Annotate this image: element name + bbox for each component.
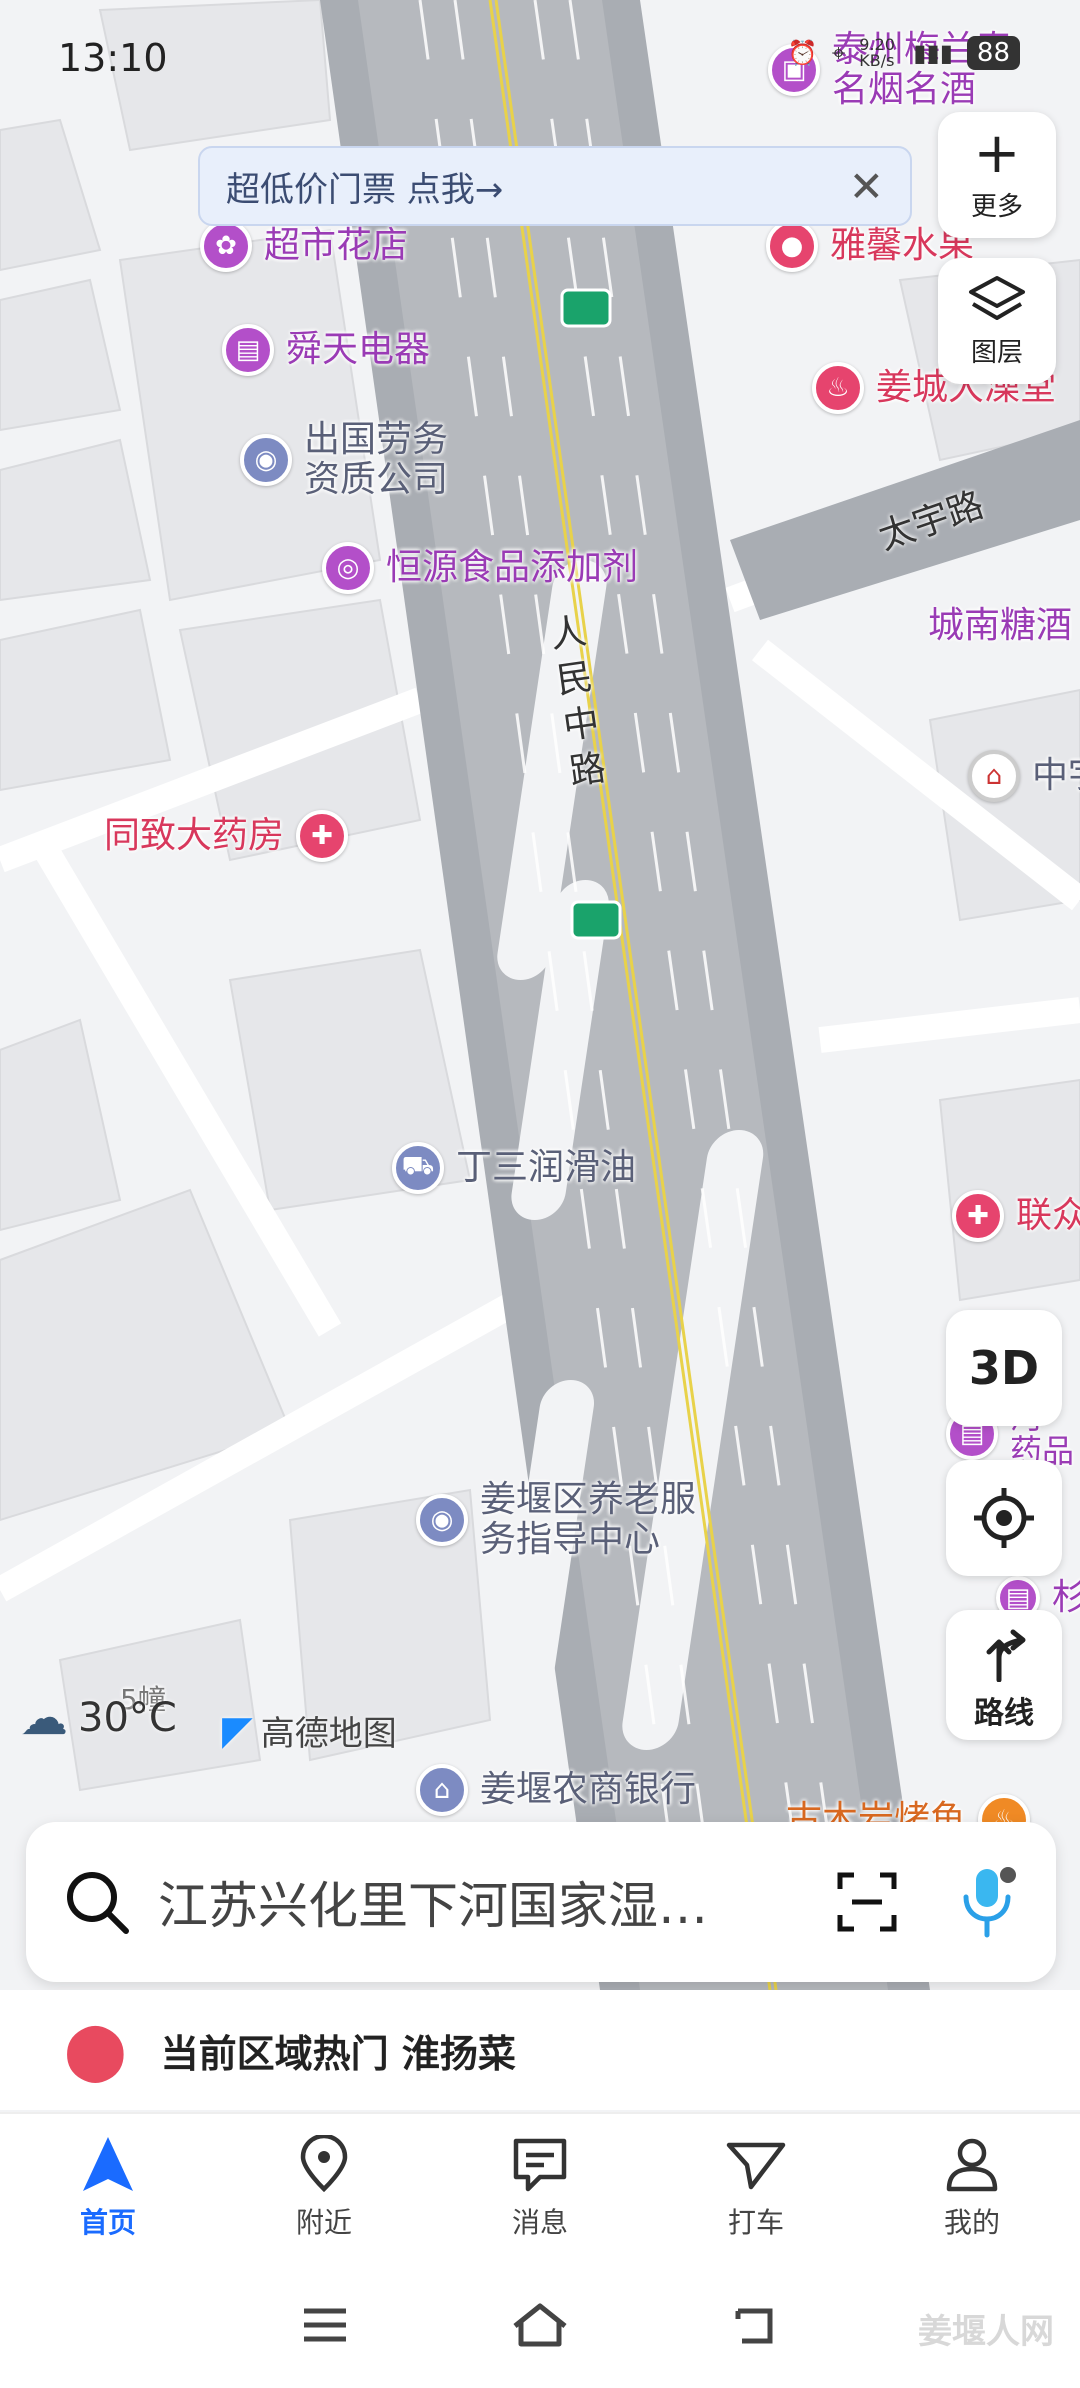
status-icons: ⏰ ⌖ 9.20 KB/s ▮▮▮ 88 xyxy=(788,36,1020,70)
locate-button[interactable] xyxy=(946,1460,1062,1576)
search-bar[interactable]: 江苏兴化里下河国家湿… xyxy=(26,1822,1056,1982)
tab-nearby[interactable]: 附近 xyxy=(216,2114,432,2262)
more-button[interactable]: + 更多 xyxy=(938,112,1056,238)
map-canvas[interactable]: 人民中路 太宇路 ▣ 泰州梅兰春 名烟名酒 ✿ 超市花店 ● 雅馨水果 ▤ 舜天电器 ♨… xyxy=(0,0,1080,1990)
cloud-rain-icon: ☁ xyxy=(20,1690,68,1746)
weather-widget[interactable]: ☁ 30°C xyxy=(20,1690,177,1746)
scan-icon[interactable] xyxy=(836,1871,898,1933)
user-icon xyxy=(946,2138,998,2192)
signal-icon: ▮▮▮ xyxy=(913,39,953,67)
tab-home[interactable]: 首页 xyxy=(0,2114,216,2262)
bank-icon: ⌂ xyxy=(416,1764,468,1816)
place-icon: ◉ xyxy=(416,1494,468,1546)
pharmacy-icon: ✚ xyxy=(952,1190,1004,1242)
poi-dingsan-oil[interactable]: ⛟ 丁三润滑油 xyxy=(392,1142,636,1194)
route-button[interactable]: 路线 xyxy=(946,1610,1062,1740)
poi-shuntian-electric[interactable]: ▤ 舜天电器 xyxy=(222,324,430,376)
bath-icon: ♨ xyxy=(812,362,864,414)
status-time: 13:10 xyxy=(58,36,168,80)
poi-tongzhi-pharmacy[interactable]: ✚ 同致大药房 xyxy=(104,810,349,862)
battery-indicator: 88 xyxy=(966,36,1020,70)
fruit-icon: ● xyxy=(766,220,818,272)
3d-button[interactable]: 3D xyxy=(946,1310,1062,1426)
home-icon[interactable] xyxy=(511,2302,569,2348)
hot-area-banner[interactable]: ⬤ 当前区域热门 淮扬菜 xyxy=(0,1990,1080,2110)
search-icon xyxy=(67,1872,129,1934)
layers-icon xyxy=(969,275,1025,320)
route-arrow-icon xyxy=(986,1629,1026,1682)
store-icon: ▤ xyxy=(222,324,274,376)
poi-labor-company[interactable]: ◉ 出国劳务 资质公司 xyxy=(240,420,448,500)
message-icon xyxy=(513,2138,567,2192)
back-icon[interactable] xyxy=(730,2303,780,2347)
location-icon: ⌖ xyxy=(831,39,846,67)
voice-mic-icon[interactable] xyxy=(958,1865,1018,1939)
basket-icon: ◎ xyxy=(322,542,374,594)
brand-logo: ◤ 高德地图 xyxy=(222,1707,397,1755)
taxi-icon xyxy=(726,2142,786,2190)
status-bar: 13:10 ⏰ ⌖ 9.20 KB/s ▮▮▮ 88 xyxy=(0,0,1080,110)
map-pin-icon: ⬤ xyxy=(64,2017,127,2083)
poi-chengnan-liquor[interactable]: 城南糖酒 xyxy=(928,606,1072,646)
promo-banner[interactable]: 超低价门票 点我→ ✕ xyxy=(198,146,912,226)
poi-hengyuan-food[interactable]: ◎ 恒源食品添加剂 xyxy=(322,542,638,594)
pharmacy-icon: ✚ xyxy=(296,810,349,862)
promo-text: 超低价门票 点我→ xyxy=(226,169,504,210)
plus-icon: + xyxy=(973,120,1021,186)
poi-elderly-service-center[interactable]: ◉ 姜堰区养老服 务指导中心 xyxy=(416,1480,696,1560)
bottom-tab-bar: 首页 附近 消息 打车 我的 xyxy=(0,2112,1080,2262)
layers-button[interactable]: 图层 xyxy=(938,258,1056,384)
flower-icon: ✿ xyxy=(200,220,252,272)
map-app-screen: 人民中路 太宇路 ▣ 泰州梅兰春 名烟名酒 ✿ 超市花店 ● 雅馨水果 ▤ 舜天电器 ♨… xyxy=(0,0,1080,2388)
net-speed: 9.20 KB/s xyxy=(859,35,895,70)
car-icon: ⛟ xyxy=(392,1142,444,1194)
poi-lianzhong[interactable]: ✚ 联众 xyxy=(952,1190,1080,1242)
crosshair-icon xyxy=(974,1488,1034,1548)
poi-supermarket-flower[interactable]: ✿ 超市花店 xyxy=(200,220,408,272)
navigate-icon xyxy=(83,2137,133,2191)
amap-logo-icon: ◤ xyxy=(222,1707,253,1754)
location-pin-icon xyxy=(300,2135,348,2193)
tab-taxi[interactable]: 打车 xyxy=(648,2114,864,2262)
sinopec-icon: ⌂ xyxy=(968,750,1020,802)
menu-icon[interactable] xyxy=(300,2305,350,2345)
poi-nongshang-bank[interactable]: ⌂ 姜堰农商银行 xyxy=(416,1764,696,1816)
alarm-icon: ⏰ xyxy=(787,39,818,67)
place-icon: ◉ xyxy=(240,434,292,486)
tab-messages[interactable]: 消息 xyxy=(432,2114,648,2262)
close-icon[interactable]: ✕ xyxy=(849,162,884,211)
watermark: 姜堰人网 xyxy=(918,2312,1054,2352)
hot-area-text: 当前区域热门 淮扬菜 xyxy=(160,2031,516,2076)
tab-mine[interactable]: 我的 xyxy=(864,2114,1080,2262)
search-input[interactable]: 江苏兴化里下河国家湿… xyxy=(158,1866,836,1938)
poi-zhongyu[interactable]: ⌂中宇 xyxy=(968,750,1080,802)
